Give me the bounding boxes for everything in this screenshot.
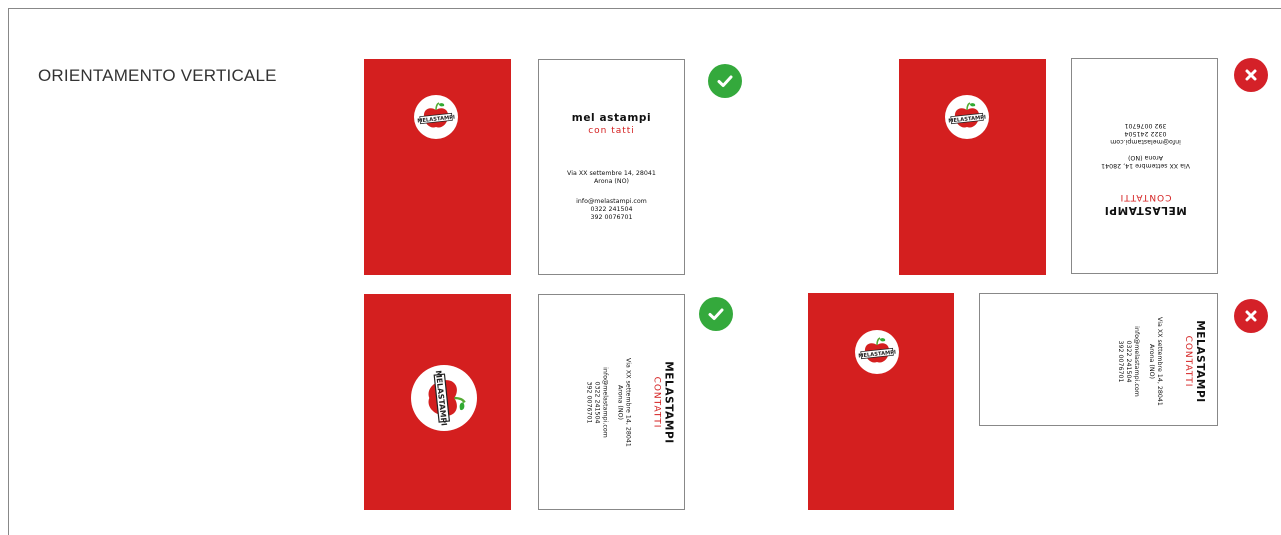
card-sub: CONTATTI bbox=[1119, 192, 1172, 202]
card-back-4: MELASTAMPI CONTATTI Via XX settembre 14,… bbox=[979, 293, 1218, 426]
card-front-2: MELASTAMPI bbox=[899, 59, 1046, 275]
card-front-1: MELASTAMPI bbox=[364, 59, 511, 275]
section-title: ORIENTAMENTO VERTICALE bbox=[38, 66, 277, 85]
card-sub: con tatti bbox=[588, 126, 635, 136]
card-brand: mel astampi bbox=[571, 112, 652, 124]
card-contacts: info@melastampi.com 0322 241504 392 0076… bbox=[585, 367, 609, 438]
card-front-4: MELASTAMPI bbox=[808, 293, 954, 510]
apple-logo-icon: MELASTAMPI bbox=[414, 95, 458, 139]
close-icon bbox=[1234, 58, 1268, 92]
card-contacts: info@melastampi.com 0322 241504 392 0076… bbox=[1110, 122, 1181, 145]
apple-logo-icon: MELASTAMPI bbox=[855, 330, 899, 374]
card-address: Via XX settembre 14, 28041 Arona (NO) bbox=[1148, 317, 1163, 406]
card-sub: CONTATTI bbox=[1183, 335, 1193, 388]
card-back-3: MELASTAMPI CONTATTI Via XX settembre 14,… bbox=[538, 294, 685, 510]
card-brand: MELASTAMPI bbox=[662, 361, 675, 444]
check-icon bbox=[699, 297, 733, 331]
apple-logo-icon: MELASTAMPI bbox=[945, 95, 989, 139]
card-back-2: MELASTAMPI CONTATTI Via XX settembre 14,… bbox=[1071, 58, 1218, 274]
card-brand: MELASTAMPI bbox=[1194, 320, 1206, 403]
card-address: Via XX settembre 14, 28041 Arona (NO) bbox=[1101, 154, 1190, 169]
card-address: Via XX settembre 14, 28041 Arona (NO) bbox=[616, 358, 632, 447]
card-brand: MELASTAMPI bbox=[1104, 204, 1187, 216]
close-icon bbox=[1234, 299, 1268, 333]
card-address: Via XX settembre 14, 28041 Arona (NO) bbox=[567, 170, 656, 185]
card-sub: CONTATTI bbox=[651, 376, 662, 429]
card-front-3: MELASTAMPI bbox=[364, 294, 511, 510]
apple-logo-icon: MELASTAMPI bbox=[411, 365, 477, 431]
check-icon bbox=[708, 64, 742, 98]
card-back-1: mel astampi con tatti Via XX settembre 1… bbox=[538, 59, 685, 275]
card-contacts: info@melastampi.com 0322 241504 392 0076… bbox=[1117, 326, 1140, 397]
card-contacts: info@melastampi.com 0322 241504 392 0076… bbox=[576, 198, 647, 221]
